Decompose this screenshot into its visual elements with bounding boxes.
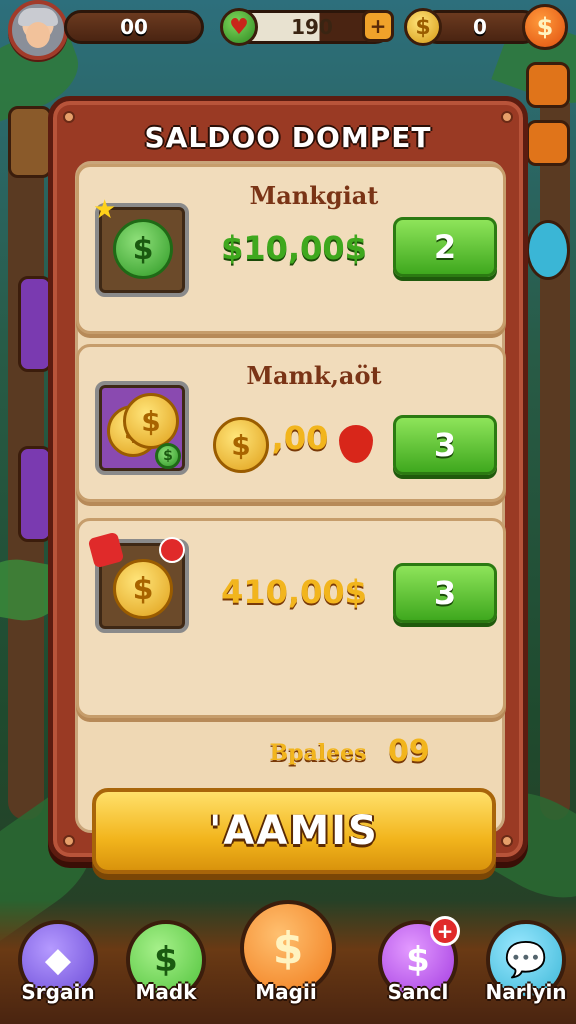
gold-coin-icon: $ (404, 8, 442, 46)
side-badge-star[interactable] (8, 106, 52, 178)
balance-label: Bpalees (269, 740, 367, 766)
bottom-nav: ◆ Srgain $ Madk $ Magii $ + Sancl 💬 Narl… (0, 900, 576, 1024)
dollar-icon: $ (536, 13, 554, 41)
dialog-title: SALDOO DOMPET (144, 121, 432, 154)
ribbon-icon (87, 531, 125, 569)
balance-value: 09 (388, 734, 430, 769)
xp-value: 00 (120, 15, 148, 39)
side-badge-right-1[interactable] (526, 62, 570, 108)
side-badge-right-2[interactable] (526, 120, 570, 166)
leaf-heart-icon: ♥ (220, 8, 258, 46)
coin: $ (113, 559, 173, 619)
confirm-button[interactable]: 'AAMIS (92, 788, 496, 874)
offer-card: Mankgiat $ ★ $10,00$ 2 (76, 164, 506, 334)
coin: $ (123, 393, 179, 449)
nav-label: Madk (135, 980, 197, 1004)
xp-bar: 00 (64, 10, 204, 44)
avatar-face (26, 22, 50, 48)
buy-button-label: 2 (433, 228, 457, 266)
badge-icon (159, 537, 185, 563)
buy-button[interactable]: 3 (393, 563, 497, 623)
rivet (501, 835, 513, 847)
side-badge-right-3[interactable] (526, 220, 570, 280)
offer-price: ,00 (271, 419, 329, 457)
offer-price: $10,00$ (221, 229, 367, 267)
side-badge-gem-2[interactable] (18, 446, 52, 542)
coin: $ (155, 443, 181, 469)
buy-button-label: 3 (433, 426, 457, 464)
offers-panel: Mankgiat $ ★ $10,00$ 2 Mamk,aöt $ $ $ $ … (75, 161, 506, 874)
gold-dollar-coin-icon: $ (87, 531, 189, 633)
offer-card: $ 410,00$ 3 (76, 518, 506, 718)
nav-item-srgain[interactable]: ◆ Srgain (12, 920, 104, 1020)
rivet (63, 835, 75, 847)
wallet-dialog: SALDOO DOMPET Mankgiat $ ★ $10,00$ 2 Mam… (48, 96, 528, 874)
offer-title: Mankgiat (249, 181, 379, 210)
gold-coin-stack-icon: $ $ $ (95, 381, 189, 475)
strawberry-icon (339, 425, 373, 463)
buy-button[interactable]: 3 (393, 415, 497, 475)
offer-price: 410,00$ (221, 573, 367, 611)
offer-card: Mamk,aöt $ $ $ $ ,00 3 (76, 344, 506, 502)
offer-title: Mamk,aöt (246, 361, 382, 390)
coin: $ (113, 219, 173, 279)
buy-button-label: 3 (433, 574, 457, 612)
nav-item-magii[interactable]: $ Magii (240, 900, 336, 1004)
confirm-button-label: 'AAMIS (209, 808, 379, 854)
star-icon: ★ (93, 195, 117, 225)
nav-label: Sancl (387, 980, 449, 1004)
player-avatar[interactable] (8, 0, 68, 60)
nav-item-madk[interactable]: $ Madk (120, 920, 212, 1020)
plus-badge-icon: + (430, 916, 460, 946)
top-hud: 00 190 ♥ + 0 $ $ (0, 0, 576, 60)
add-energy-button[interactable]: + (362, 10, 394, 42)
nav-item-sancl[interactable]: $ + Sancl (372, 916, 464, 1020)
green-dollar-coin-icon: $ ★ (93, 195, 189, 297)
nav-label: Magii (255, 980, 317, 1004)
nav-label: Srgain (21, 980, 95, 1004)
nav-label: Narlyin (485, 980, 567, 1004)
shop-dollar-button[interactable]: $ (522, 4, 568, 50)
buy-button[interactable]: 2 (393, 217, 497, 277)
side-badge-gem[interactable] (18, 276, 52, 372)
nav-item-narlyin[interactable]: 💬 Narlyin (480, 920, 572, 1020)
plus-icon: + (369, 14, 387, 38)
